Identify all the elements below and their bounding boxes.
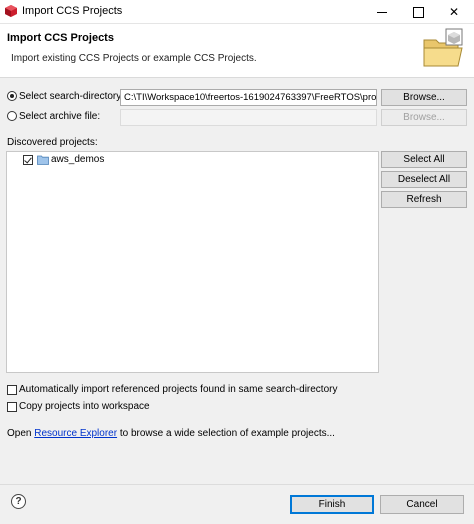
- search-directory-field[interactable]: C:\TI\Workspace10\freertos-1619024763397…: [120, 89, 377, 106]
- ccs-cube-icon: [5, 5, 17, 17]
- archive-file-field[interactable]: [120, 109, 377, 126]
- browse-archive-button[interactable]: Browse...: [381, 109, 467, 126]
- archive-file-label: Select archive file:: [19, 111, 101, 122]
- deselect-all-button[interactable]: Deselect All: [381, 171, 467, 188]
- discovered-projects-label: Discovered projects:: [7, 137, 98, 148]
- maximize-button[interactable]: [402, 0, 434, 24]
- cancel-button[interactable]: Cancel: [380, 495, 464, 514]
- help-icon[interactable]: ?: [11, 494, 26, 509]
- project-checkbox[interactable]: [23, 155, 33, 165]
- auto-import-label: Automatically import referenced projects…: [19, 384, 338, 395]
- minimize-button[interactable]: [366, 0, 398, 24]
- search-directory-label: Select search-directory:: [19, 91, 125, 102]
- browse-directory-button[interactable]: Browse...: [381, 89, 467, 106]
- projects-tree[interactable]: aws_demos: [6, 151, 379, 373]
- project-name: aws_demos: [51, 154, 105, 165]
- finish-button[interactable]: Finish: [290, 495, 374, 514]
- explorer-suffix: to browse a wide selection of example pr…: [117, 428, 335, 439]
- project-folder-icon: [37, 155, 49, 165]
- auto-import-checkbox[interactable]: [7, 385, 17, 395]
- resource-explorer-line: Open Resource Explorer to browse a wide …: [7, 428, 335, 439]
- explorer-prefix: Open: [7, 428, 35, 439]
- wizard-header: Import CCS Projects Import existing CCS …: [0, 24, 474, 78]
- copy-projects-label: Copy projects into workspace: [19, 401, 150, 412]
- select-all-button[interactable]: Select All: [381, 151, 467, 168]
- footer-separator: [0, 484, 474, 485]
- folder-import-icon: [423, 28, 463, 67]
- refresh-button[interactable]: Refresh: [381, 191, 467, 208]
- archive-file-radio[interactable]: [7, 111, 17, 121]
- resource-explorer-link[interactable]: Resource Explorer: [34, 428, 117, 439]
- title-bar: Import CCS Projects ✕: [0, 0, 474, 24]
- search-directory-radio[interactable]: [7, 91, 17, 101]
- copy-projects-checkbox[interactable]: [7, 402, 17, 412]
- close-button[interactable]: ✕: [438, 0, 470, 24]
- window-title: Import CCS Projects: [22, 5, 123, 17]
- page-description: Import existing CCS Projects or example …: [11, 53, 257, 64]
- page-title: Import CCS Projects: [7, 32, 114, 44]
